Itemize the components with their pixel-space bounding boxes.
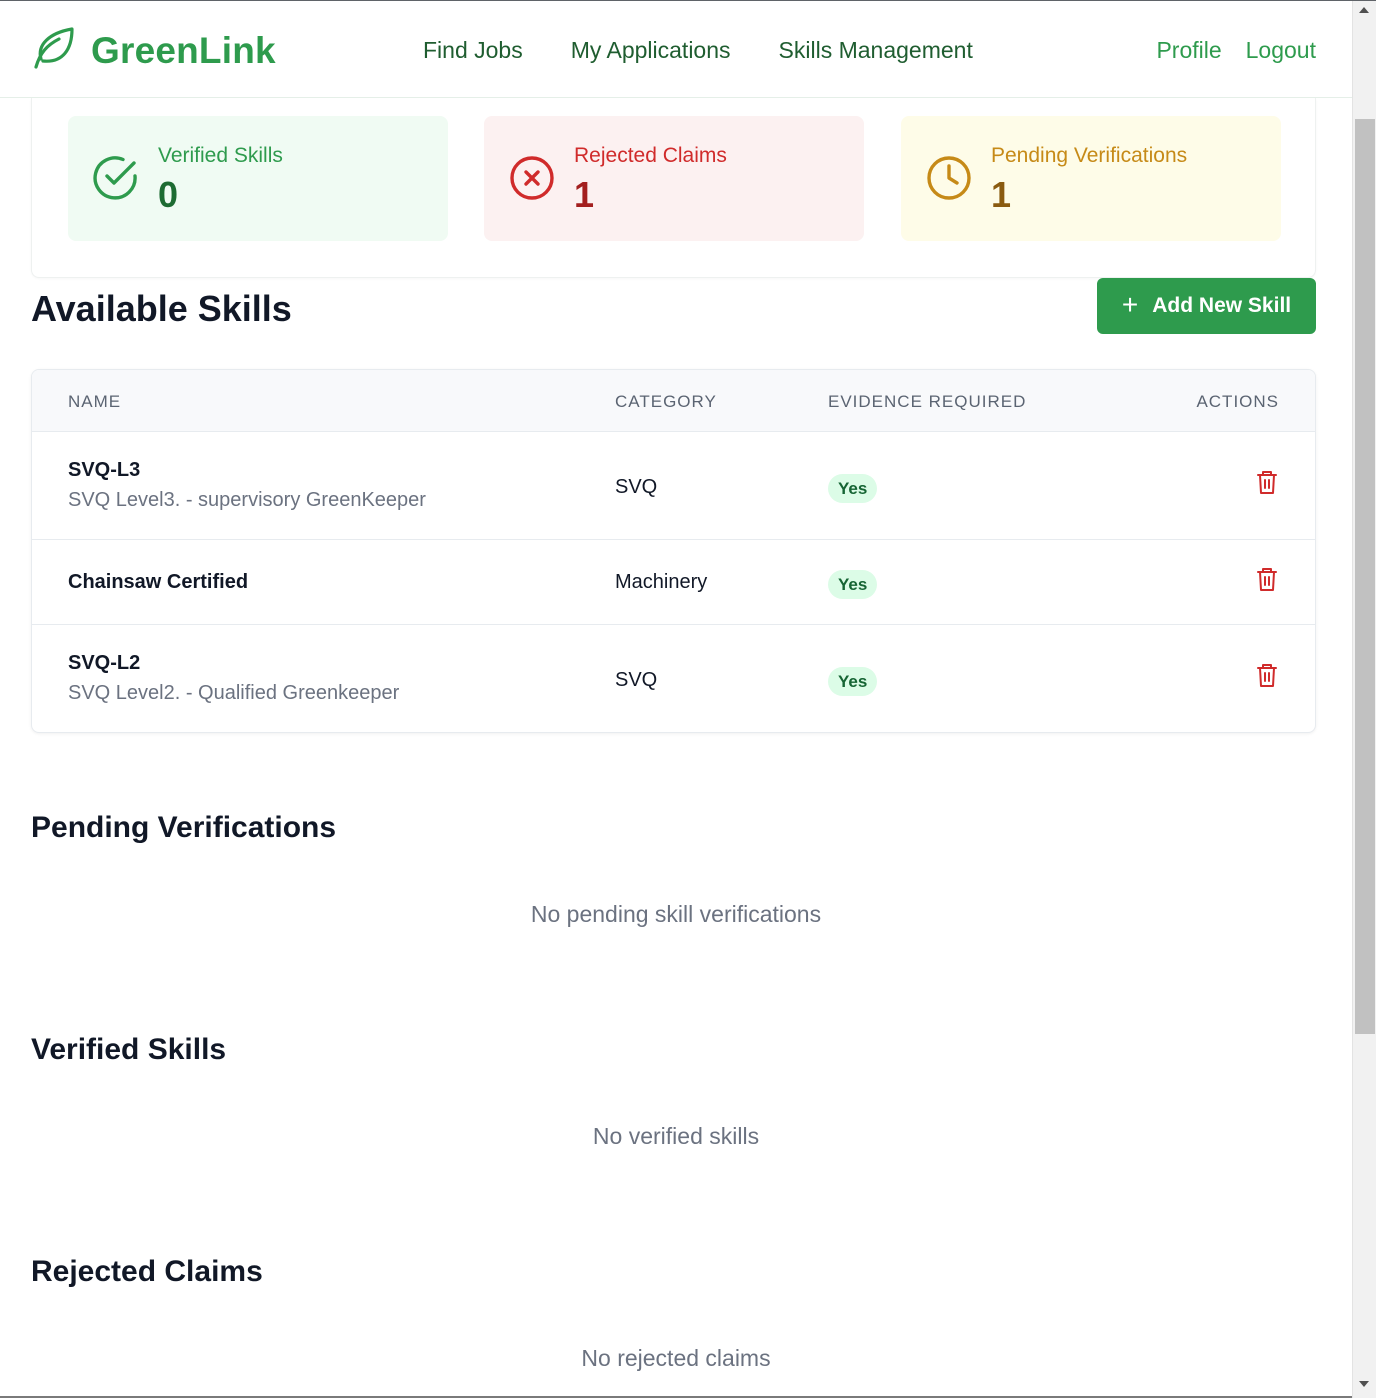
rejected-claims-card: Rejected Claims 1	[484, 116, 864, 241]
verified-empty-message: No verified skills	[592, 1123, 760, 1149]
profile-link[interactable]: Profile	[1156, 37, 1221, 64]
rejected-empty-message: No rejected claims	[581, 1345, 771, 1371]
vertical-scrollbar[interactable]	[1352, 1, 1376, 1398]
top-navbar: GreenLink Find Jobs My Applications Skil…	[0, 1, 1352, 98]
verified-skills-label: Verified Skills	[158, 144, 283, 167]
evidence-required-badge: Yes	[828, 667, 878, 696]
delete-skill-button[interactable]	[1255, 567, 1279, 593]
skill-category: Machinery	[615, 571, 708, 593]
check-circle-icon	[92, 154, 140, 202]
skill-description: SVQ Level3. - supervisory GreenKeeper	[68, 489, 426, 511]
column-header-evidence: EVIDENCE REQUIRED	[828, 392, 1027, 411]
brand-name: GreenLink	[91, 29, 276, 71]
table-row: Chainsaw Certified Machinery Yes	[32, 540, 1315, 625]
table-header: NAME CATEGORY EVIDENCE REQUIRED ACTIONS	[32, 370, 1315, 432]
column-header-name: NAME	[68, 392, 122, 411]
verified-skills-count: 0	[158, 174, 179, 215]
verified-skills-title: Verified Skills	[31, 1033, 227, 1066]
rejected-claims-title: Rejected Claims	[31, 1255, 263, 1288]
skill-name: Chainsaw Certified	[68, 571, 249, 593]
column-header-category: CATEGORY	[615, 392, 717, 411]
x-circle-icon	[508, 154, 556, 202]
nav-find-jobs[interactable]: Find Jobs	[423, 37, 523, 64]
pending-verifications-card: Pending Verifications 1	[901, 116, 1281, 241]
user-nav: Profile Logout	[1156, 37, 1316, 64]
nav-my-applications[interactable]: My Applications	[571, 37, 731, 64]
evidence-required-badge: Yes	[828, 474, 878, 503]
available-skills-title: Available Skills	[31, 288, 292, 329]
skill-name-cell: SVQ-L2 SVQ Level2. - Qualified Greenkeep…	[68, 652, 399, 705]
delete-skill-button[interactable]	[1255, 663, 1279, 689]
skill-category: SVQ	[615, 669, 658, 691]
brand-logo[interactable]: GreenLink	[31, 25, 276, 76]
leaf-icon	[31, 25, 77, 76]
skill-name: SVQ-L2	[68, 652, 141, 674]
rejected-claims-count: 1	[574, 174, 595, 215]
skill-name-cell: Chainsaw Certified	[68, 571, 248, 594]
column-header-actions: ACTIONS	[1196, 392, 1279, 411]
skills-stats-panel: Verified Skills 0 Rejected Claims 1 Pend…	[31, 98, 1316, 278]
pending-verifications-title: Pending Verifications	[31, 811, 337, 844]
trash-icon	[1255, 566, 1279, 595]
pending-verifications-label: Pending Verifications	[991, 144, 1188, 167]
verified-skills-card: Verified Skills 0	[68, 116, 448, 241]
scroll-down-arrow-icon[interactable]	[1359, 1381, 1369, 1387]
add-new-skill-label: Add New Skill	[1152, 294, 1292, 317]
pending-empty-message: No pending skill verifications	[530, 901, 822, 927]
scroll-up-arrow-icon[interactable]	[1359, 7, 1369, 13]
available-skills-table: NAME CATEGORY EVIDENCE REQUIRED ACTIONS …	[31, 369, 1316, 733]
window-frame-top	[0, 0, 1376, 1]
skill-name: SVQ-L3	[68, 459, 141, 481]
skill-description: SVQ Level2. - Qualified Greenkeeper	[68, 682, 400, 704]
rejected-claims-label: Rejected Claims	[574, 144, 727, 167]
skill-name-cell: SVQ-L3 SVQ Level3. - supervisory GreenKe…	[68, 459, 426, 512]
trash-icon	[1255, 469, 1279, 498]
clock-icon	[925, 154, 973, 202]
plus-icon: +	[1121, 288, 1139, 320]
table-row: SVQ-L3 SVQ Level3. - supervisory GreenKe…	[32, 432, 1315, 540]
table-row: SVQ-L2 SVQ Level2. - Qualified Greenkeep…	[32, 625, 1315, 732]
evidence-required-badge: Yes	[828, 570, 878, 599]
nav-skills-management[interactable]: Skills Management	[779, 37, 973, 64]
add-new-skill-button[interactable]: + Add New Skill	[1097, 278, 1316, 334]
pending-verifications-count: 1	[991, 174, 1012, 215]
main-nav: Find Jobs My Applications Skills Managem…	[423, 37, 973, 64]
skill-category: SVQ	[615, 476, 658, 498]
delete-skill-button[interactable]	[1255, 470, 1279, 496]
trash-icon	[1255, 662, 1279, 691]
logout-link[interactable]: Logout	[1246, 37, 1316, 64]
scrollbar-thumb[interactable]	[1355, 119, 1375, 1034]
